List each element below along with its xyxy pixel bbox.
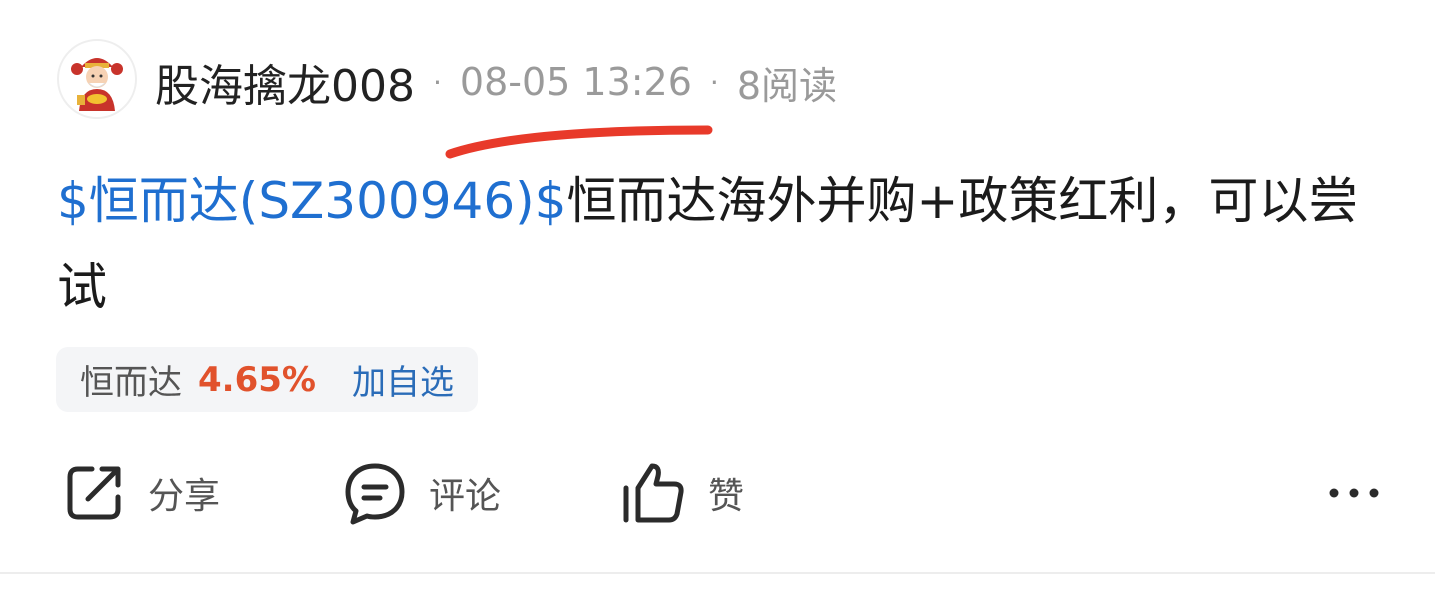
share-label: 分享 xyxy=(148,475,221,517)
stock-tag-change: 4.65% xyxy=(198,359,316,400)
read-count: 8阅读 xyxy=(736,63,837,108)
stock-tag[interactable]: 恒而达 4.65% 加自选 xyxy=(56,347,478,412)
comment-button[interactable]: 评论 xyxy=(343,455,501,530)
separator-dot: · xyxy=(432,65,442,99)
divider xyxy=(0,572,1435,574)
post-meta: 股海擒龙008 · 08-05 13:26 · 8阅读 xyxy=(155,52,837,112)
comment-icon xyxy=(345,463,405,524)
avatar[interactable] xyxy=(57,39,137,119)
add-watchlist-button[interactable]: 加自选 xyxy=(352,355,454,404)
author-name[interactable]: 股海擒龙008 xyxy=(155,50,415,114)
like-icon xyxy=(623,463,684,522)
separator-dot: · xyxy=(709,65,719,99)
more-button[interactable] xyxy=(1328,455,1380,530)
like-button[interactable]: 赞 xyxy=(622,455,744,530)
comment-label: 评论 xyxy=(429,475,502,517)
more-icon xyxy=(1329,488,1379,497)
action-bar: 分享 评论 赞 xyxy=(0,455,1435,530)
post-card: 股海擒龙008 · 08-05 13:26 · 8阅读 $恒而达(SZ30094… xyxy=(0,0,1435,612)
post-time: 08-05 13:26 xyxy=(459,60,692,104)
stock-link[interactable]: $恒而达(SZ300946)$ xyxy=(57,172,567,230)
stock-tag-name: 恒而达 xyxy=(80,363,182,403)
avatar-image xyxy=(71,58,123,111)
share-icon xyxy=(67,466,121,519)
like-label: 赞 xyxy=(708,475,745,517)
post-content: $恒而达(SZ300946)$恒而达海外并购+政策红利，可以尝试 xyxy=(57,158,1387,330)
share-button[interactable]: 分享 xyxy=(62,455,220,530)
